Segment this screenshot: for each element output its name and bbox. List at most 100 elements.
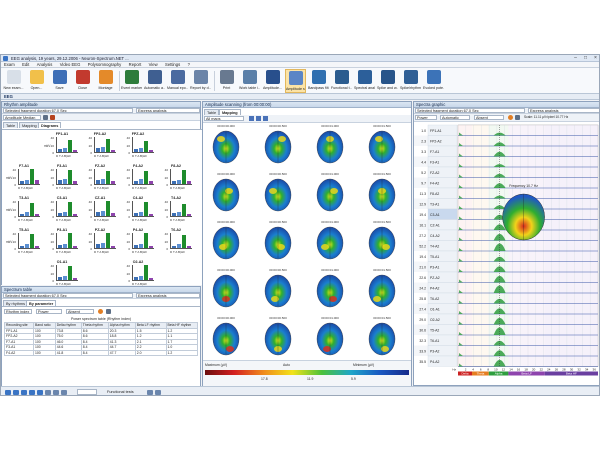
tab-table[interactable]: Table [3,122,19,128]
ribbon-button-save[interactable]: Save [49,69,70,93]
last-page-icon[interactable] [37,390,43,395]
power-select[interactable]: Power [415,115,437,120]
ribbon-button-manual-epoch[interactable]: Manual epo... [167,69,188,93]
diagram-bar [101,147,105,152]
ribbon-button-spikes[interactable]: Spike and w... [377,69,398,93]
channel-value: 12.9 [419,202,426,206]
settings-icon[interactable] [43,115,48,120]
brain-map[interactable]: 00:00:00.500 [261,172,295,212]
brain-map[interactable]: 00:00:01.000 [313,172,347,212]
settings-icon[interactable] [515,115,520,120]
diagram-bar [111,245,115,248]
absent-select[interactable]: Absent [66,309,94,314]
ribbon-button-print[interactable]: Print [216,69,237,93]
scale-auto-label[interactable]: Auto [283,363,290,367]
brain-map[interactable]: 00:00:01.000 [313,316,347,356]
next-page-icon[interactable] [29,390,35,395]
x-tick-label: 22 [540,368,544,372]
brain-map[interactable]: 00:00:00.000 [209,220,243,260]
channel-name: T4-A2 [430,244,439,248]
maps-select[interactable]: All maps [204,116,244,121]
rhythm-index-select[interactable]: Rhythm index [4,309,32,314]
ribbon-button-new-exam[interactable]: New exam... [3,69,24,93]
rhythm-diagram: FZ-A2 40 20 0 D T A B(HF [82,164,118,192]
record-icon[interactable] [61,390,67,395]
maximize-icon[interactable]: □ [581,55,590,61]
ribbon-button-evoked-potentials[interactable]: Evoked pote... [423,69,444,93]
brain-map[interactable]: 00:00:01.500 [365,220,399,260]
tool-icon[interactable] [50,115,55,120]
brain-map[interactable]: 00:00:01.500 [365,124,399,164]
minimize-icon[interactable]: – [571,55,580,61]
brain-map[interactable]: 00:00:01.500 [365,172,399,212]
play-icon[interactable] [21,390,27,395]
brain-map[interactable]: 00:00:00.000 [209,268,243,308]
brain-icon [368,274,396,308]
zoom-in-icon[interactable] [249,116,254,121]
zoom-out-icon[interactable] [256,116,261,121]
x-tick-label: 14 [509,368,513,372]
rhythm-diagram: C3-A1 40 20 0 D T A B(HF [44,196,80,224]
brain-map[interactable]: 00:00:00.000 [209,124,243,164]
ribbon-button-close[interactable]: Close [72,69,93,93]
pause-icon[interactable] [45,390,51,395]
express-analysis-select[interactable]: Express analysis [136,293,200,298]
express-analysis-select[interactable]: Express analysis [136,108,200,113]
brain-map[interactable]: 00:00:01.000 [313,124,347,164]
fragment-select[interactable]: Selected fragment duration 67.0 Sec [3,293,133,298]
first-page-icon[interactable] [5,390,11,395]
tab-diagrams[interactable]: Diagrams [38,122,62,128]
diagram-y-label: mkV [6,176,13,180]
ribbon-button-event-markers[interactable]: Event markers [121,69,142,93]
brain-map[interactable]: 00:00:00.500 [261,124,295,164]
power-select[interactable]: Power [36,309,62,314]
table-row[interactable]: F4-A2 100 41.8 8.4 47.7 2.0 1.2 [4,349,199,356]
color-icon[interactable] [508,115,513,120]
ribbon-button-work-table[interactable]: Work table i... [239,69,260,93]
stop-icon[interactable] [53,390,59,395]
test-prev-icon[interactable] [147,390,153,395]
ribbon-button-amplitude[interactable]: Amplitude... [262,69,283,93]
scale-max-label: Maximum (µV) [205,363,228,367]
brain-map[interactable]: 00:00:00.500 [261,316,295,356]
amplitude-param-select[interactable]: Amplitude Median [3,115,41,120]
diagram-y-tick: 20 [164,239,168,244]
express-analysis-select[interactable]: Express analysis [528,108,599,113]
brain-map[interactable]: 00:00:01.000 [313,220,347,260]
ribbon-button-automatic-analysis[interactable]: Automatic a... [144,69,165,93]
brain-map[interactable]: 00:00:00.500 [261,268,295,308]
settings-icon[interactable] [106,309,111,314]
brain-map-time: 00:00:01.500 [373,316,391,320]
ribbon-button-spike-rhythm[interactable]: Spike/rhythm... [400,69,421,93]
ribbon-button-montage[interactable]: Montage [95,69,116,93]
fit-icon[interactable] [263,116,268,121]
event-markers-icon [124,70,139,84]
automatic-select[interactable]: Automatic [440,115,470,120]
diagram-bar [177,244,181,248]
tab-mapping[interactable]: Mapping [19,122,40,128]
brain-map[interactable]: 00:00:01.500 [365,316,399,356]
ribbon-button-report[interactable]: Report by d... [190,69,211,93]
diagram-y-tick: 0 [90,151,92,155]
diagram-y-tick: 0 [128,279,130,283]
ribbon-button-open[interactable]: Open... [26,69,47,93]
spectra-options-row: Power Automatic Absent Scale: 11.11 µV²/… [414,114,599,122]
close-window-icon[interactable]: × [591,55,599,61]
ribbon-button-amplitude-scanning[interactable]: Amplitude s... [285,69,306,93]
fragment-select[interactable]: Selected fragment duration 67.0 Sec [3,108,133,113]
brain-map[interactable]: 00:00:00.000 [209,172,243,212]
ribbon-button-functional-tests[interactable]: Functional t... [331,69,352,93]
prev-page-icon[interactable] [13,390,19,395]
timeline-field[interactable] [77,389,97,395]
absent-select[interactable]: Absent [474,115,504,120]
test-next-icon[interactable] [155,390,161,395]
brain-map[interactable]: 00:00:01.000 [313,268,347,308]
brain-map[interactable]: 00:00:01.500 [365,268,399,308]
diagram-bar [58,180,62,184]
brain-map[interactable]: 00:00:00.000 [209,316,243,356]
brain-map[interactable]: 00:00:00.500 [261,220,295,260]
ribbon-button-spectral[interactable]: Spectral anal... [354,69,375,93]
fragment-select[interactable]: Selected fragment duration 67.0 Sec [415,108,525,113]
ribbon-button-bandpass[interactable]: Bandpass filt... [308,69,329,93]
color-icon[interactable] [98,309,103,314]
